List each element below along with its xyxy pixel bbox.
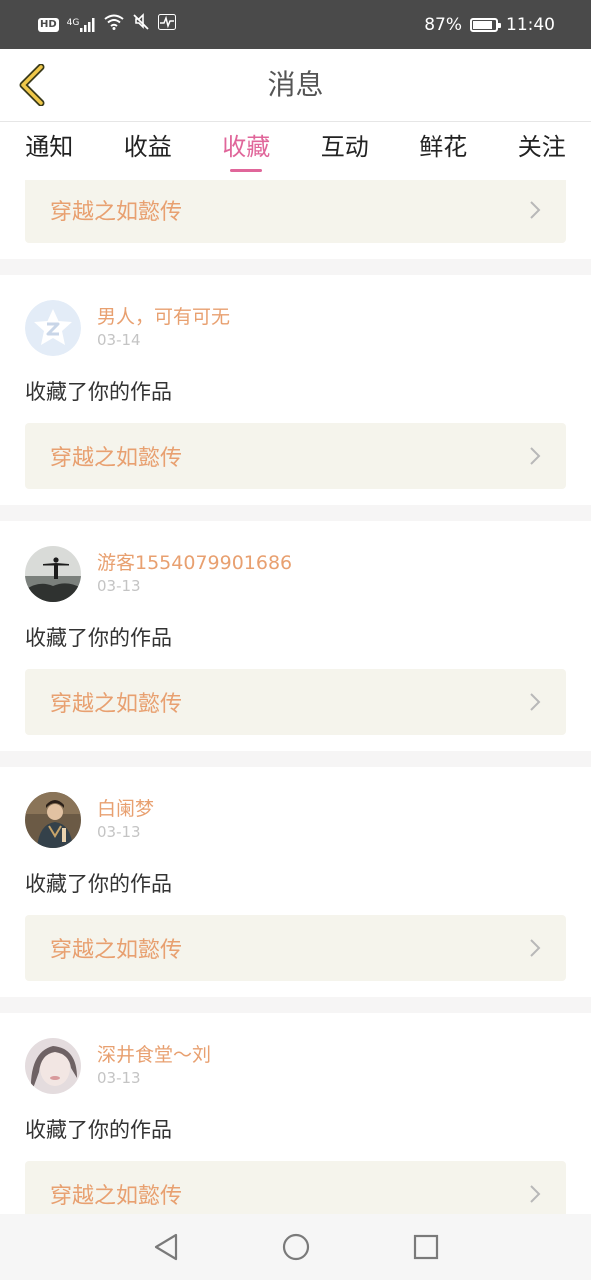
chevron-right-icon (530, 939, 541, 957)
activity-icon (158, 14, 177, 35)
tab-bar: 通知 收益 收藏 互动 鲜花 关注 (0, 122, 591, 180)
work-title: 穿越之如懿传 (50, 692, 183, 717)
tab-notifications[interactable]: 通知 (0, 122, 99, 180)
timestamp: 03-13 (97, 1069, 141, 1087)
system-nav-bar (0, 1214, 591, 1280)
user-row: 男人，可有可无 03-14 (25, 299, 566, 357)
chevron-right-icon (530, 447, 541, 465)
message-card: 游客1554079901686 03-13 收藏了你的作品 穿越之如懿传 (0, 521, 591, 751)
username[interactable]: 深井食堂～刘 (97, 1043, 211, 1067)
tab-follows[interactable]: 关注 (493, 122, 591, 180)
tab-flowers[interactable]: 鲜花 (394, 122, 493, 180)
message-card: 男人，可有可无 03-14 收藏了你的作品 穿越之如懿传 (0, 275, 591, 505)
work-link[interactable]: 穿越之如懿传 (25, 1161, 566, 1214)
battery-level (473, 20, 493, 29)
chevron-right-icon (530, 1185, 541, 1203)
message-feed[interactable]: 穿越之如懿传 男人，可有可无 03-14 收藏了你的作品 穿越之如懿传 游客15… (0, 180, 591, 1214)
silhouette-photo-icon (25, 546, 81, 602)
timestamp: 03-13 (97, 823, 141, 841)
avatar[interactable] (25, 546, 81, 602)
user-row: 深井食堂～刘 03-13 (25, 1037, 566, 1095)
hd-icon: HD (38, 17, 59, 32)
message-card: 白阑梦 03-13 收藏了你的作品 穿越之如懿传 (0, 767, 591, 997)
battery-icon (470, 17, 501, 32)
wifi-icon (104, 14, 124, 35)
action-text: 收藏了你的作品 (25, 872, 172, 896)
chevron-right-icon (530, 693, 541, 711)
recents-square-icon (413, 1234, 438, 1260)
nav-home-button[interactable] (278, 1229, 314, 1265)
username[interactable]: 游客1554079901686 (97, 551, 292, 575)
action-text: 收藏了你的作品 (25, 626, 172, 650)
battery-percent: 87% (424, 14, 462, 35)
tab-earnings[interactable]: 收益 (99, 122, 198, 180)
work-title: 穿越之如懿传 (50, 446, 183, 471)
back-triangle-icon (154, 1233, 177, 1261)
avatar[interactable] (25, 300, 81, 356)
qzone-avatar-icon (25, 300, 81, 356)
signal-icon: 4G (66, 17, 97, 32)
work-title: 穿越之如懿传 (50, 1184, 183, 1209)
work-title: 穿越之如懿传 (50, 200, 183, 225)
avatar[interactable] (25, 1038, 81, 1094)
home-circle-icon (282, 1233, 309, 1261)
chevron-right-icon (530, 201, 541, 219)
tab-favorites[interactable]: 收藏 (197, 122, 296, 180)
avatar[interactable] (25, 792, 81, 848)
signal-type-label: 4G (66, 17, 80, 28)
user-row: 游客1554079901686 03-13 (25, 545, 566, 603)
username[interactable]: 白阑梦 (97, 797, 154, 821)
status-icons-right: 87% 11:40 (424, 15, 555, 35)
tab-interactions[interactable]: 互动 (296, 122, 395, 180)
page-title: 消息 (267, 68, 324, 101)
username[interactable]: 男人，可有可无 (97, 305, 230, 329)
timestamp: 03-13 (97, 577, 141, 595)
nav-recents-button[interactable] (408, 1229, 444, 1265)
clock: 11:40 (506, 14, 555, 35)
status-bar: HD 4G 87% 11:40 (0, 0, 591, 49)
app-header: 消息 (0, 49, 591, 122)
work-title: 穿越之如懿传 (50, 938, 183, 963)
message-card: 穿越之如懿传 (0, 180, 591, 259)
blurred-photo-icon (25, 1038, 81, 1094)
status-icons-left: HD 4G (38, 13, 177, 36)
timestamp: 03-14 (97, 331, 141, 349)
mute-icon (132, 13, 150, 36)
work-link[interactable]: 穿越之如懿传 (25, 423, 566, 489)
costume-photo-icon (25, 792, 81, 848)
message-card: 深井食堂～刘 03-13 收藏了你的作品 穿越之如懿传 (0, 1013, 591, 1214)
work-link[interactable]: 穿越之如懿传 (25, 180, 566, 243)
nav-back-button[interactable] (148, 1229, 184, 1265)
action-text: 收藏了你的作品 (25, 1118, 172, 1142)
work-link[interactable]: 穿越之如懿传 (25, 915, 566, 981)
user-row: 白阑梦 03-13 (25, 791, 566, 849)
work-link[interactable]: 穿越之如懿传 (25, 669, 566, 735)
action-text: 收藏了你的作品 (25, 380, 172, 404)
